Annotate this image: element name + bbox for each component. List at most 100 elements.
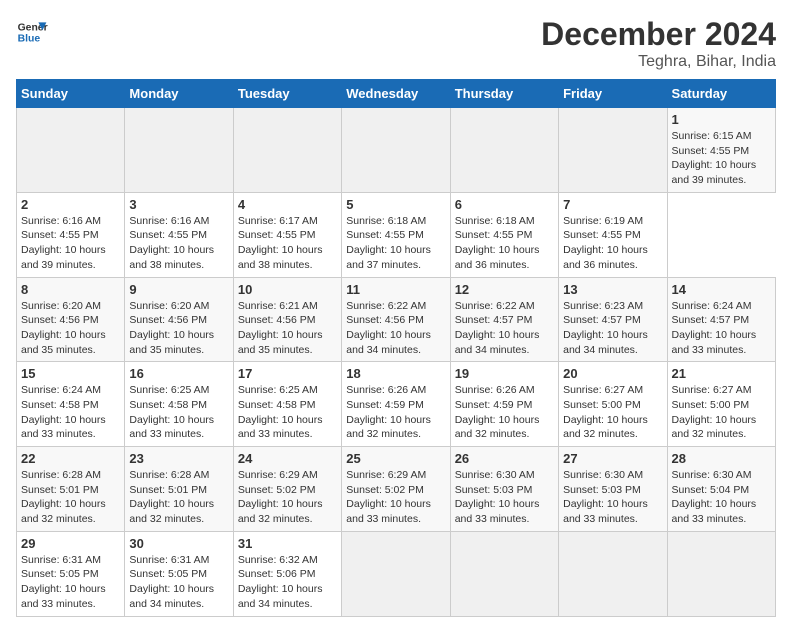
page-header: General Blue December 2024 Teghra, Bihar… <box>16 16 776 71</box>
calendar-day-cell: 2Sunrise: 6:16 AMSunset: 4:55 PMDaylight… <box>17 192 125 277</box>
calendar-day-cell: 17 Sunrise: 6:25 AMSunset: 4:58 PMDayligh… <box>233 362 341 447</box>
calendar-day-cell: 21 Sunrise: 6:27 AMSunset: 5:00 PMDayligh… <box>667 362 775 447</box>
calendar-day-cell: 11 Sunrise: 6:22 AMSunset: 4:56 PMDayligh… <box>342 277 450 362</box>
calendar-day-cell: 22 Sunrise: 6:28 AMSunset: 5:01 PMDayligh… <box>17 447 125 532</box>
day-of-week-header: Sunday <box>17 80 125 108</box>
calendar-week-row: 8 Sunrise: 6:20 AMSunset: 4:56 PMDaylight… <box>17 277 776 362</box>
location-subtitle: Teghra, Bihar, India <box>541 53 776 71</box>
empty-day-cell <box>450 108 558 193</box>
day-number: 7 <box>563 197 662 212</box>
calendar-day-cell: 12 Sunrise: 6:22 AMSunset: 4:57 PMDayligh… <box>450 277 558 362</box>
day-of-week-header: Tuesday <box>233 80 341 108</box>
calendar-body: 1Sunrise: 6:15 AMSunset: 4:55 PMDaylight… <box>17 108 776 617</box>
calendar-day-cell: 30 Sunrise: 6:31 AMSunset: 5:05 PMDayligh… <box>125 531 233 616</box>
calendar-day-cell: 5 Sunrise: 6:18 AMSunset: 4:55 PMDaylight… <box>342 192 450 277</box>
day-info: Sunrise: 6:25 AMSunset: 4:58 PMDaylight:… <box>238 383 337 442</box>
day-of-week-header: Saturday <box>667 80 775 108</box>
day-info: Sunrise: 6:29 AMSunset: 5:02 PMDaylight:… <box>238 468 337 527</box>
day-number: 18 <box>346 366 445 381</box>
day-info: Sunrise: 6:27 AMSunset: 5:00 PMDaylight:… <box>563 383 662 442</box>
day-number: 16 <box>129 366 228 381</box>
calendar-day-cell: 16Sunrise: 6:25 AMSunset: 4:58 PMDayligh… <box>125 362 233 447</box>
header-row: SundayMondayTuesdayWednesdayThursdayFrid… <box>17 80 776 108</box>
day-info: Sunrise: 6:26 AMSunset: 4:59 PMDaylight:… <box>455 383 554 442</box>
day-number: 17 <box>238 366 337 381</box>
logo: General Blue <box>16 16 48 48</box>
title-area: December 2024 Teghra, Bihar, India <box>541 16 776 71</box>
day-number: 13 <box>563 282 662 297</box>
calendar-day-cell: 29 Sunrise: 6:31 AMSunset: 5:05 PMDayligh… <box>17 531 125 616</box>
day-number: 22 <box>21 451 120 466</box>
calendar-day-cell: 31 Sunrise: 6:32 AMSunset: 5:06 PMDayligh… <box>233 531 341 616</box>
calendar-day-cell: 26 Sunrise: 6:30 AMSunset: 5:03 PMDayligh… <box>450 447 558 532</box>
day-info: Sunrise: 6:30 AMSunset: 5:04 PMDaylight:… <box>672 468 771 527</box>
day-number: 2 <box>21 197 120 212</box>
day-number: 19 <box>455 366 554 381</box>
day-info: Sunrise: 6:23 AMSunset: 4:57 PMDaylight:… <box>563 299 662 358</box>
day-number: 3 <box>129 197 228 212</box>
calendar-day-cell: 24Sunrise: 6:29 AMSunset: 5:02 PMDayligh… <box>233 447 341 532</box>
day-info: Sunrise: 6:29 AMSunset: 5:02 PMDaylight:… <box>346 468 445 527</box>
day-number: 11 <box>346 282 445 297</box>
day-info: Sunrise: 6:15 AMSunset: 4:55 PMDaylight:… <box>672 129 771 188</box>
calendar-day-cell: 3 Sunrise: 6:16 AMSunset: 4:55 PMDaylight… <box>125 192 233 277</box>
calendar-day-cell: 4Sunrise: 6:17 AMSunset: 4:55 PMDaylight… <box>233 192 341 277</box>
day-number: 9 <box>129 282 228 297</box>
day-info: Sunrise: 6:22 AMSunset: 4:57 PMDaylight:… <box>455 299 554 358</box>
day-info: Sunrise: 6:20 AMSunset: 4:56 PMDaylight:… <box>21 299 120 358</box>
day-info: Sunrise: 6:16 AMSunset: 4:55 PMDaylight:… <box>129 214 228 273</box>
day-number: 26 <box>455 451 554 466</box>
calendar-day-cell: 6 Sunrise: 6:18 AMSunset: 4:55 PMDaylight… <box>450 192 558 277</box>
day-number: 14 <box>672 282 771 297</box>
calendar-day-cell: 8 Sunrise: 6:20 AMSunset: 4:56 PMDaylight… <box>17 277 125 362</box>
calendar-day-cell: 28Sunrise: 6:30 AMSunset: 5:04 PMDayligh… <box>667 447 775 532</box>
day-info: Sunrise: 6:32 AMSunset: 5:06 PMDaylight:… <box>238 553 337 612</box>
calendar-day-cell: 19 Sunrise: 6:26 AMSunset: 4:59 PMDayligh… <box>450 362 558 447</box>
day-info: Sunrise: 6:27 AMSunset: 5:00 PMDaylight:… <box>672 383 771 442</box>
day-info: Sunrise: 6:22 AMSunset: 4:56 PMDaylight:… <box>346 299 445 358</box>
day-info: Sunrise: 6:24 AMSunset: 4:58 PMDaylight:… <box>21 383 120 442</box>
empty-day-cell <box>450 531 558 616</box>
calendar-day-cell: 18 Sunrise: 6:26 AMSunset: 4:59 PMDayligh… <box>342 362 450 447</box>
day-number: 21 <box>672 366 771 381</box>
empty-day-cell <box>342 531 450 616</box>
calendar-day-cell: 14 Sunrise: 6:24 AMSunset: 4:57 PMDayligh… <box>667 277 775 362</box>
day-info: Sunrise: 6:18 AMSunset: 4:55 PMDaylight:… <box>455 214 554 273</box>
empty-day-cell <box>559 531 667 616</box>
day-number: 6 <box>455 197 554 212</box>
calendar-week-row: 22 Sunrise: 6:28 AMSunset: 5:01 PMDayligh… <box>17 447 776 532</box>
day-number: 8 <box>21 282 120 297</box>
calendar-header: SundayMondayTuesdayWednesdayThursdayFrid… <box>17 80 776 108</box>
day-info: Sunrise: 6:18 AMSunset: 4:55 PMDaylight:… <box>346 214 445 273</box>
day-info: Sunrise: 6:31 AMSunset: 5:05 PMDaylight:… <box>21 553 120 612</box>
day-of-week-header: Monday <box>125 80 233 108</box>
day-info: Sunrise: 6:19 AMSunset: 4:55 PMDaylight:… <box>563 214 662 273</box>
calendar-day-cell: 13 Sunrise: 6:23 AMSunset: 4:57 PMDayligh… <box>559 277 667 362</box>
calendar-week-row: 29 Sunrise: 6:31 AMSunset: 5:05 PMDayligh… <box>17 531 776 616</box>
day-info: Sunrise: 6:26 AMSunset: 4:59 PMDaylight:… <box>346 383 445 442</box>
calendar-day-cell: 10Sunrise: 6:21 AMSunset: 4:56 PMDayligh… <box>233 277 341 362</box>
day-number: 31 <box>238 536 337 551</box>
day-info: Sunrise: 6:31 AMSunset: 5:05 PMDaylight:… <box>129 553 228 612</box>
day-info: Sunrise: 6:20 AMSunset: 4:56 PMDaylight:… <box>129 299 228 358</box>
day-number: 10 <box>238 282 337 297</box>
calendar-day-cell: 25Sunrise: 6:29 AMSunset: 5:02 PMDayligh… <box>342 447 450 532</box>
day-number: 29 <box>21 536 120 551</box>
logo-icon: General Blue <box>16 16 48 48</box>
day-info: Sunrise: 6:30 AMSunset: 5:03 PMDaylight:… <box>455 468 554 527</box>
calendar-day-cell: 9 Sunrise: 6:20 AMSunset: 4:56 PMDaylight… <box>125 277 233 362</box>
day-number: 20 <box>563 366 662 381</box>
day-info: Sunrise: 6:24 AMSunset: 4:57 PMDaylight:… <box>672 299 771 358</box>
day-number: 30 <box>129 536 228 551</box>
day-number: 5 <box>346 197 445 212</box>
day-of-week-header: Wednesday <box>342 80 450 108</box>
day-info: Sunrise: 6:17 AMSunset: 4:55 PMDaylight:… <box>238 214 337 273</box>
calendar-day-cell: 27Sunrise: 6:30 AMSunset: 5:03 PMDayligh… <box>559 447 667 532</box>
day-info: Sunrise: 6:28 AMSunset: 5:01 PMDaylight:… <box>21 468 120 527</box>
day-of-week-header: Thursday <box>450 80 558 108</box>
calendar-day-cell: 7 Sunrise: 6:19 AMSunset: 4:55 PMDaylight… <box>559 192 667 277</box>
day-number: 12 <box>455 282 554 297</box>
svg-text:Blue: Blue <box>18 34 41 45</box>
calendar-week-row: 1Sunrise: 6:15 AMSunset: 4:55 PMDaylight… <box>17 108 776 193</box>
empty-day-cell <box>125 108 233 193</box>
